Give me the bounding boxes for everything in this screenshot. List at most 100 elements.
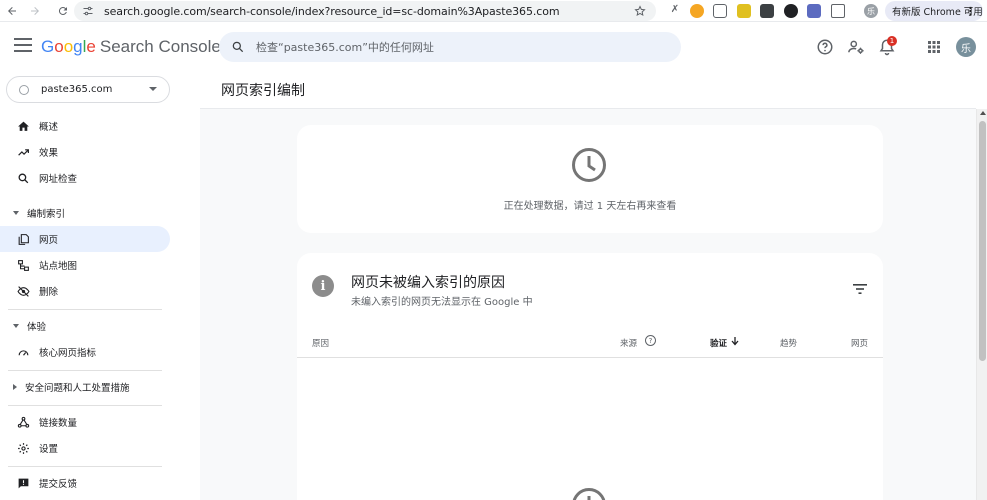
sidebar-item-label: 核心网页指标 (39, 348, 97, 359)
apps-grid-icon[interactable] (925, 38, 943, 56)
property-selector[interactable]: paste365.com (6, 76, 170, 103)
sidebar-item-label: 删除 (39, 287, 59, 298)
extensions-puzzle-icon[interactable] (831, 4, 845, 18)
sidebar-divider (8, 370, 162, 371)
sitemap-icon (18, 259, 29, 271)
scroll-thumb[interactable] (979, 121, 986, 361)
help-icon[interactable] (816, 38, 834, 56)
sidebar-item-removals[interactable]: 删除 (0, 278, 170, 304)
table-header: 原因 来源 ? 验证 趋势 网页 (297, 331, 883, 358)
column-header-pages[interactable]: 网页 (851, 337, 868, 349)
extension-yellow-icon[interactable] (737, 4, 751, 18)
sidebar-item-label: 提交反馈 (39, 479, 78, 490)
card-subtitle: 未编入索引的网页无法显示在 Google 中 (351, 297, 533, 308)
sidebar-item-url-inspection[interactable]: 网址检查 (0, 165, 170, 191)
manage-users-icon[interactable] (847, 38, 865, 56)
search-console-logo[interactable]: Google Search Console (41, 37, 221, 57)
extension-dark-icon[interactable] (784, 4, 798, 18)
arrow-down-icon[interactable] (730, 336, 740, 346)
sidebar-section-experience[interactable]: 体验 (0, 315, 170, 337)
menu-icon[interactable] (14, 38, 32, 52)
notification-badge: 1 (887, 36, 897, 46)
sidebar-item-label: 网址检查 (39, 174, 78, 185)
column-header-source[interactable]: 来源 (620, 337, 637, 349)
sidebar-section-indexing[interactable]: 编制索引 (0, 202, 170, 224)
logo-letter: e (86, 37, 96, 56)
page-scrollbar[interactable] (976, 109, 987, 500)
logo-letter: o (54, 37, 64, 56)
visibility-off-icon (17, 285, 30, 297)
sidebar-section-label: 体验 (27, 322, 47, 333)
more-vert-icon[interactable]: ⋮ (965, 5, 976, 18)
filter-icon[interactable] (853, 283, 867, 295)
processing-message: 正在处理数据，请过 1 天左右再来查看 (503, 201, 677, 212)
sidebar-item-label: 效果 (39, 148, 59, 159)
sidebar-divider (8, 405, 162, 406)
speed-icon (18, 349, 29, 356)
feedback-icon (18, 478, 29, 488)
browser-profile-icon[interactable]: 乐 (864, 4, 878, 18)
collapse-arrow-icon (13, 324, 19, 328)
reload-icon[interactable] (52, 0, 74, 22)
card-title: 网页未被编入索引的原因 (351, 275, 505, 291)
settings-icon (18, 442, 29, 454)
sidebar-item-sitemaps[interactable]: 站点地图 (0, 252, 170, 278)
calculator-extension-icon[interactable] (760, 4, 774, 18)
sidebar-item-pages[interactable]: 网页 (0, 226, 170, 252)
translate-extension-icon[interactable]: ✗ (668, 4, 682, 18)
url-text[interactable]: search.google.com/search-console/index?r… (104, 5, 560, 18)
site-settings-icon[interactable] (82, 5, 94, 17)
sidebar-item-label: 设置 (39, 444, 59, 455)
help-icon[interactable]: ? (645, 335, 656, 346)
logo-product-name: Search Console (99, 37, 221, 56)
forward-icon[interactable] (24, 0, 46, 22)
sidebar-item-label: 概述 (39, 122, 59, 133)
sidebar-divider (8, 309, 162, 310)
search-placeholder[interactable]: 检查“paste365.com”中的任何网址 (256, 39, 434, 55)
trending-up-icon (18, 148, 29, 156)
processing-card: 正在处理数据，请过 1 天左右再来查看 (297, 125, 883, 233)
page-title: 网页索引编制 (221, 83, 305, 99)
search-icon (232, 41, 244, 53)
main-content: 网页索引编制 正在处理数据，请过 1 天左右再来查看 i 网页未被编入索引的原因… (200, 72, 987, 500)
account-avatar[interactable]: 乐 (956, 37, 976, 57)
expand-arrow-icon (13, 384, 17, 390)
sidebar-item-label: 站点地图 (39, 261, 78, 272)
logo-letter: o (63, 37, 74, 56)
camera-extension-icon[interactable] (713, 4, 727, 18)
clock-icon (572, 148, 606, 182)
column-header-reason[interactable]: 原因 (312, 337, 329, 349)
sidebar-item-performance[interactable]: 效果 (0, 139, 170, 165)
sidebar-item-core-web-vitals[interactable]: 核心网页指标 (0, 339, 170, 365)
property-name: paste365.com (41, 84, 113, 95)
column-header-validation[interactable]: 验证 (710, 337, 727, 349)
chrome-update-button[interactable]: 有新版 Chrome 可用 ⋮ (885, 1, 983, 21)
links-icon (17, 416, 30, 428)
browser-toolbar: search.google.com/search-console/index?r… (0, 0, 987, 22)
logo-letter: G (41, 37, 55, 56)
scroll-up-arrow-icon[interactable] (980, 111, 986, 115)
info-icon: i (312, 275, 334, 297)
app-header: Google Search Console 检查“paste365.com”中的任… (0, 22, 987, 72)
back-icon[interactable] (1, 0, 23, 22)
sidebar-item-overview[interactable]: 概述 (0, 113, 170, 139)
extension-purple-icon[interactable] (807, 4, 821, 18)
sidebar-section-label: 编制索引 (27, 209, 66, 220)
sidebar-item-links[interactable]: 链接数量 (0, 409, 170, 435)
address-bar[interactable]: search.google.com/search-console/index?r… (74, 1, 656, 21)
clock-icon (572, 488, 606, 500)
property-globe-icon (19, 84, 29, 95)
extension-orange-icon[interactable] (690, 4, 704, 18)
sidebar-section-security[interactable]: 安全问题和人工处置措施 (0, 376, 170, 398)
logo-letter: g (73, 37, 83, 56)
sidebar-nav: paste365.com 概述 效果 网址检查 编制索引 网页 站点地图 删除 … (0, 72, 200, 500)
home-icon (18, 121, 29, 131)
sidebar-item-label: 链接数量 (39, 418, 78, 429)
sidebar-item-feedback[interactable]: 提交反馈 (0, 470, 170, 496)
bookmark-star-icon[interactable] (634, 5, 646, 17)
sidebar-divider (8, 466, 162, 467)
chevron-down-icon (149, 87, 157, 91)
sidebar-item-settings[interactable]: 设置 (0, 435, 170, 461)
url-inspection-search[interactable]: 检查“paste365.com”中的任何网址 (219, 32, 681, 62)
column-header-trend[interactable]: 趋势 (780, 337, 797, 349)
